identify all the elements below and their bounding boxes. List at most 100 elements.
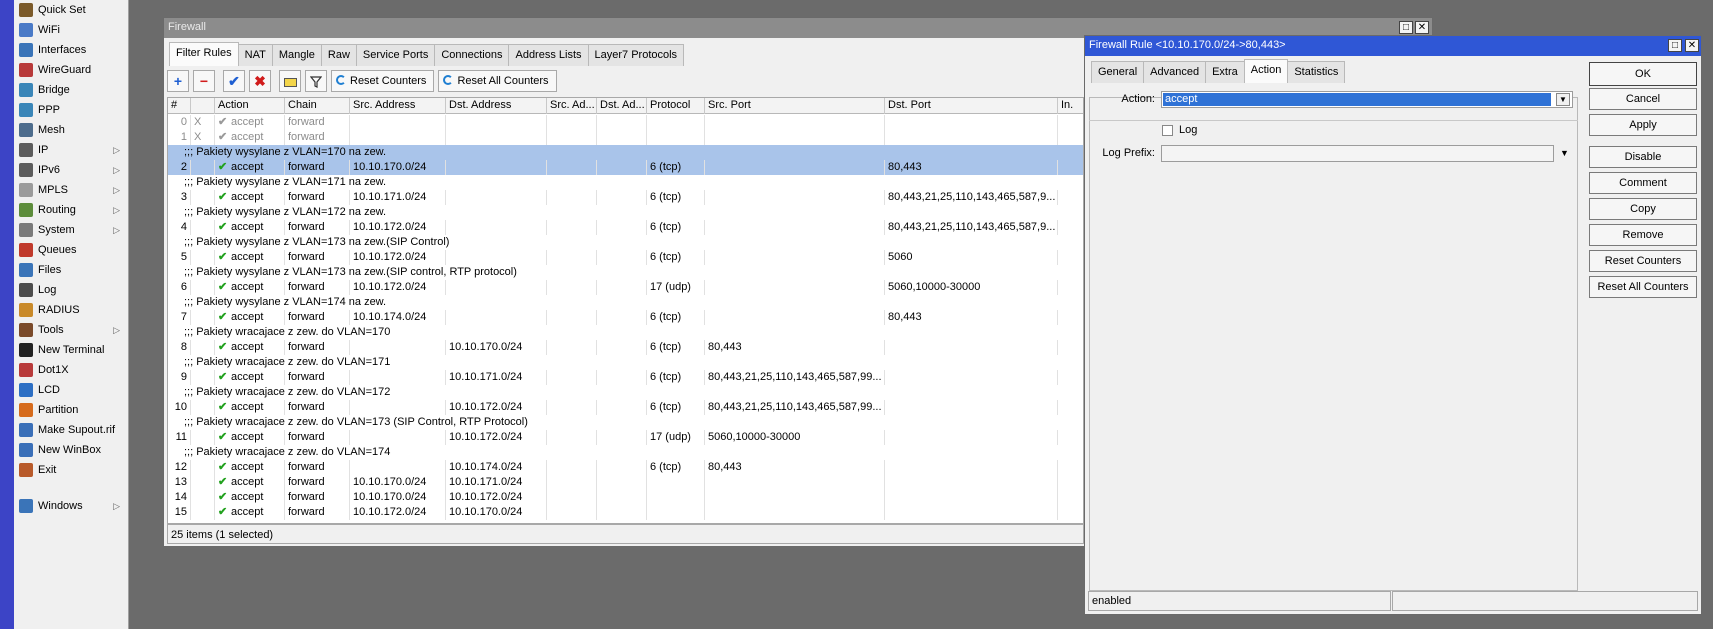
table-row[interactable]: 9 ✔ accept forward 10.10.171.0/24 6 (tcp) 80,4… [168,370,1083,385]
rule-dialog-titlebar[interactable]: Firewall Rule <10.10.170.0/24->80,443> □… [1085,36,1701,56]
column-header[interactable]: # [168,98,191,114]
table-row[interactable]: 14 ✔ accept forward 10.10.170.0/24 10.10.172.… [168,490,1083,505]
menu-item-mesh[interactable]: Mesh [14,120,128,140]
menu-item-routing[interactable]: Routing ▷ [14,200,128,220]
menu-item-system[interactable]: System ▷ [14,220,128,240]
log-prefix-input[interactable] [1161,145,1554,162]
menu-item-log[interactable]: Log [14,280,128,300]
table-row[interactable]: 6 ✔ accept forward 10.10.172.0/24 17 (udp) 506… [168,280,1083,295]
column-header[interactable] [191,98,215,114]
reset-all-counters-button[interactable]: Reset All Counters [1589,276,1697,298]
comment-row[interactable]: ;;; Pakiety wysylane z VLAN=170 na zew. [168,145,1083,160]
column-header[interactable]: Src. Address [350,98,446,114]
table-row[interactable]: 2 ✔ accept forward 10.10.170.0/24 6 (tcp) 80,4… [168,160,1083,175]
menu-item-interfaces[interactable]: Interfaces [14,40,128,60]
disable-button[interactable]: ✖ [249,70,271,92]
menu-item-ppp[interactable]: PPP [14,100,128,120]
comment-row[interactable]: ;;; Pakiety wracajace z zew. do VLAN=170 [168,325,1083,340]
log-prefix-dropdown-icon[interactable]: ▼ [1560,148,1569,158]
table-row[interactable]: 11 ✔ accept forward 10.10.172.0/24 17 (udp) 50… [168,430,1083,445]
tab-advanced[interactable]: Advanced [1143,61,1207,83]
filter-button[interactable] [305,70,327,92]
menu-item-lcd[interactable]: LCD [14,380,128,400]
table-row[interactable]: 13 ✔ accept forward 10.10.170.0/24 10.10.171.… [168,475,1083,490]
menu-item-make-supout-rif[interactable]: Make Supout.rif [14,420,128,440]
menu-item-windows[interactable]: Windows ▷ [14,496,128,516]
close-icon[interactable]: ✕ [1415,21,1429,34]
tab-connections[interactable]: Connections [434,44,510,66]
log-checkbox[interactable] [1162,125,1173,136]
menu-item-ipv6[interactable]: IPv6 ▷ [14,160,128,180]
tab-nat[interactable]: NAT [237,44,273,66]
menu-item-wifi[interactable]: WiFi [14,20,128,40]
menu-item-ip[interactable]: IP ▷ [14,140,128,160]
comment-row[interactable]: ;;; Pakiety wracajace z zew. do VLAN=174 [168,445,1083,460]
close-icon[interactable]: ✕ [1685,39,1699,52]
table-row[interactable]: 5 ✔ accept forward 10.10.172.0/24 6 (tcp) 5060 [168,250,1083,265]
reset-counters-button[interactable]: Reset Counters [331,70,435,92]
tab-filter-rules[interactable]: Filter Rules [169,42,239,66]
apply-button[interactable]: Apply [1589,114,1697,136]
menu-item-bridge[interactable]: Bridge [14,80,128,100]
comment-row[interactable]: ;;; Pakiety wracajace z zew. do VLAN=172 [168,385,1083,400]
table-row[interactable]: 12 ✔ accept forward 10.10.174.0/24 6 (tcp) 80,… [168,460,1083,475]
table-row[interactable]: 7 ✔ accept forward 10.10.174.0/24 6 (tcp) 80,4… [168,310,1083,325]
column-header[interactable]: Src. Port [705,98,885,114]
menu-item-queues[interactable]: Queues [14,240,128,260]
table-row[interactable]: 0 X ✔ accept forward [168,115,1083,130]
column-header[interactable]: Dst. Address [446,98,547,114]
disable-button[interactable]: Disable [1589,146,1697,168]
dropdown-arrow-icon[interactable]: ▼ [1556,93,1570,106]
menu-item-exit[interactable]: Exit [14,460,128,480]
comment-row[interactable]: ;;; Pakiety wracajace z zew. do VLAN=171 [168,355,1083,370]
table-row[interactable]: 1 X ✔ accept forward [168,130,1083,145]
menu-item-tools[interactable]: Tools ▷ [14,320,128,340]
comment-row[interactable]: ;;; Pakiety wysylane z VLAN=174 na zew. [168,295,1083,310]
tab-raw[interactable]: Raw [320,44,357,66]
comment-button[interactable]: Comment [1589,172,1697,194]
remove-button[interactable]: Remove [1589,224,1697,246]
table-row[interactable]: 10 ✔ accept forward 10.10.172.0/24 6 (tcp) 80,… [168,400,1083,415]
table-row[interactable]: 8 ✔ accept forward 10.10.170.0/24 6 (tcp) 80,4… [168,340,1083,355]
reset-counters-button[interactable]: Reset Counters [1589,250,1697,272]
column-header[interactable]: Dst. Ad... [597,98,647,114]
tab-statistics[interactable]: Statistics [1287,61,1346,83]
tab-layer7-protocols[interactable]: Layer7 Protocols [587,44,685,66]
column-header[interactable]: Action [215,98,285,114]
column-header[interactable]: Protocol [647,98,705,114]
action-select[interactable]: accept ▼ [1161,91,1573,108]
table-row[interactable]: 15 ✔ accept forward 10.10.172.0/24 10.10.170.… [168,505,1083,520]
maximize-icon[interactable]: □ [1399,21,1413,34]
tab-mangle[interactable]: Mangle [271,44,322,66]
tab-address-lists[interactable]: Address Lists [508,44,589,66]
menu-item-partition[interactable]: Partition [14,400,128,420]
cancel-button[interactable]: Cancel [1589,88,1697,110]
reset-all-counters-button[interactable]: Reset All Counters [438,70,557,92]
ok-button[interactable]: OK [1589,62,1697,86]
maximize-icon[interactable]: □ [1668,39,1682,52]
table-row[interactable]: 3 ✔ accept forward 10.10.171.0/24 6 (tcp) 80,4… [168,190,1083,205]
column-header[interactable]: Src. Ad... [547,98,597,114]
add-button[interactable]: + [167,70,189,92]
copy-button[interactable]: Copy [1589,198,1697,220]
table-row[interactable]: 4 ✔ accept forward 10.10.172.0/24 6 (tcp) 80,4… [168,220,1083,235]
tab-extra[interactable]: Extra [1205,61,1245,83]
menu-item-wireguard[interactable]: WireGuard [14,60,128,80]
menu-item-quick-set[interactable]: Quick Set [14,0,128,20]
menu-item-new-winbox[interactable]: New WinBox [14,440,128,460]
remove-button[interactable]: − [193,70,215,92]
comment-row[interactable]: ;;; Pakiety wracajace z zew. do VLAN=173… [168,415,1083,430]
enable-button[interactable]: ✔ [223,70,245,92]
column-header[interactable]: In. [1058,98,1083,114]
menu-item-files[interactable]: Files [14,260,128,280]
comment-row[interactable]: ;;; Pakiety wysylane z VLAN=173 na zew.(… [168,235,1083,250]
comment-row[interactable]: ;;; Pakiety wysylane z VLAN=171 na zew. [168,175,1083,190]
tab-general[interactable]: General [1091,61,1145,83]
menu-item-mpls[interactable]: MPLS ▷ [14,180,128,200]
menu-item-new-terminal[interactable]: New Terminal [14,340,128,360]
column-header[interactable]: Dst. Port [885,98,1058,114]
menu-item-dot1x[interactable]: Dot1X [14,360,128,380]
comment-button[interactable] [279,70,301,92]
comment-row[interactable]: ;;; Pakiety wysylane z VLAN=172 na zew. [168,205,1083,220]
menu-item-radius[interactable]: RADIUS [14,300,128,320]
